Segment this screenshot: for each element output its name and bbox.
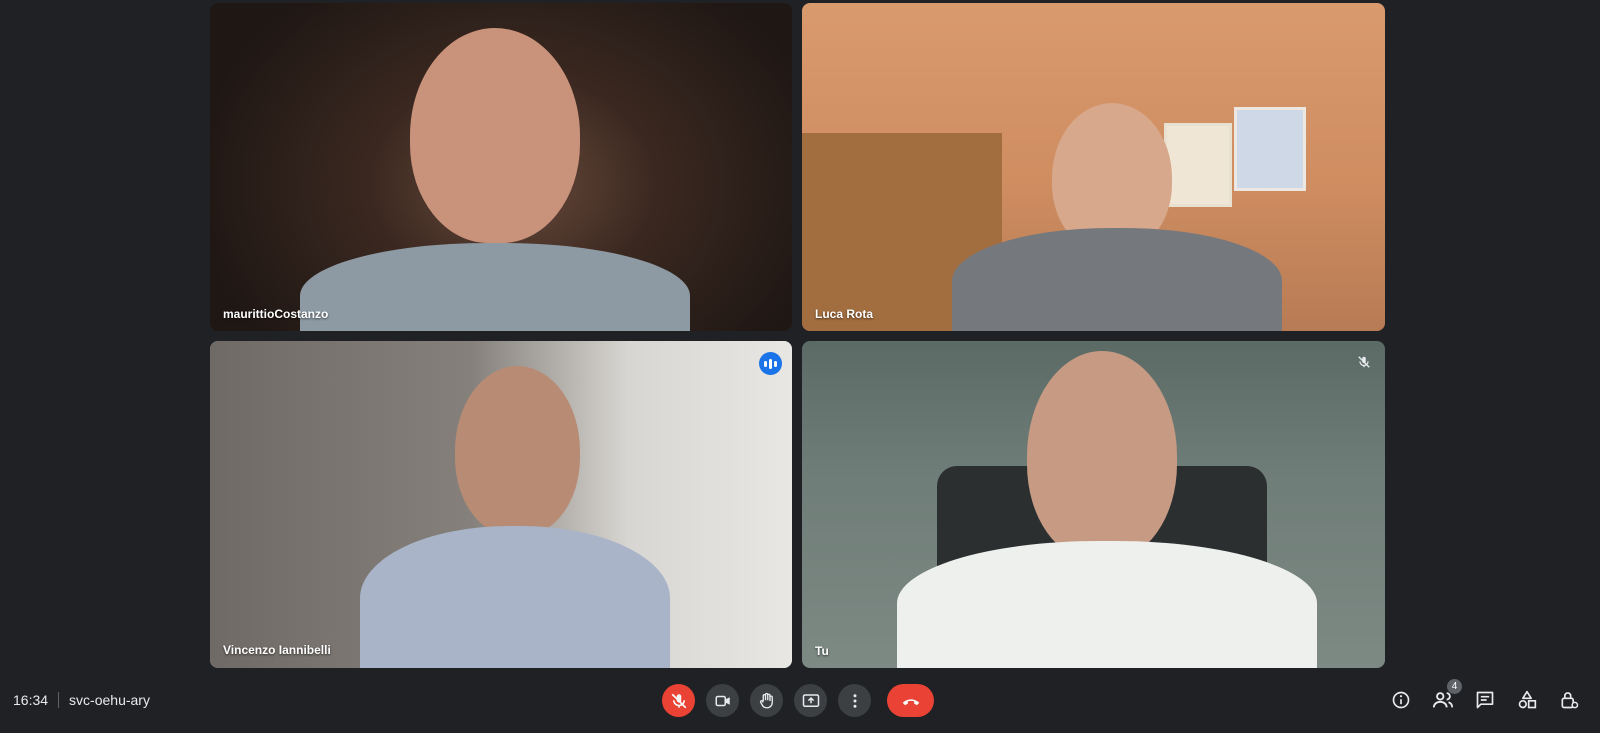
camera-toggle-button[interactable] <box>706 684 739 717</box>
present-screen-icon <box>802 693 819 707</box>
wall-picture <box>1164 123 1232 207</box>
info-icon <box>1392 691 1410 709</box>
participant-tile-active-speaker[interactable]: Vincenzo Iannibelli <box>210 341 792 668</box>
meeting-info-button[interactable] <box>1390 689 1412 711</box>
wall-picture <box>1234 107 1306 191</box>
more-options-button[interactable] <box>838 684 871 717</box>
meeting-details: 16:34 svc-oehu-ary <box>13 692 150 708</box>
chat-button[interactable] <box>1474 689 1496 711</box>
audio-level-icon <box>759 352 782 375</box>
mic-off-icon <box>1353 351 1375 373</box>
people-button[interactable]: 4 <box>1432 679 1462 711</box>
activities-button[interactable] <box>1516 689 1538 711</box>
current-time: 16:34 <box>13 692 49 708</box>
participant-tile[interactable]: maurittioCostanzo <box>210 3 792 331</box>
end-call-icon <box>902 698 919 705</box>
meeting-stage: maurittioCostanzo Luca Rota Vincenzo Ian… <box>0 0 1600 733</box>
participant-video <box>210 341 792 668</box>
more-options-icon <box>853 693 856 708</box>
participant-name: maurittioCostanzo <box>223 307 329 321</box>
chat-icon <box>1476 691 1494 709</box>
activities-icon <box>1518 690 1537 709</box>
participant-video <box>802 341 1385 668</box>
participant-video <box>210 3 792 331</box>
call-controls <box>662 684 934 717</box>
host-controls-icon <box>1561 692 1579 709</box>
raise-hand-button[interactable] <box>750 684 783 717</box>
camera-icon <box>715 695 730 706</box>
raise-hand-icon <box>759 692 773 708</box>
meeting-code: svc-oehu-ary <box>69 692 150 708</box>
present-screen-button[interactable] <box>794 684 827 717</box>
divider <box>58 692 60 708</box>
participant-video <box>802 3 1385 331</box>
people-count-badge: 4 <box>1447 679 1462 694</box>
participant-name: Tu <box>815 644 829 658</box>
side-panel-toggles: 4 <box>1390 679 1580 711</box>
mic-off-icon <box>671 693 686 708</box>
end-call-button[interactable] <box>887 684 934 717</box>
participant-tile-self[interactable]: Tu <box>802 341 1385 668</box>
host-controls-button[interactable] <box>1558 689 1580 711</box>
mic-toggle-button[interactable] <box>662 684 695 717</box>
participant-name: Luca Rota <box>815 307 874 321</box>
participant-name: Vincenzo Iannibelli <box>223 643 331 657</box>
participant-tile[interactable]: Luca Rota <box>802 3 1385 331</box>
